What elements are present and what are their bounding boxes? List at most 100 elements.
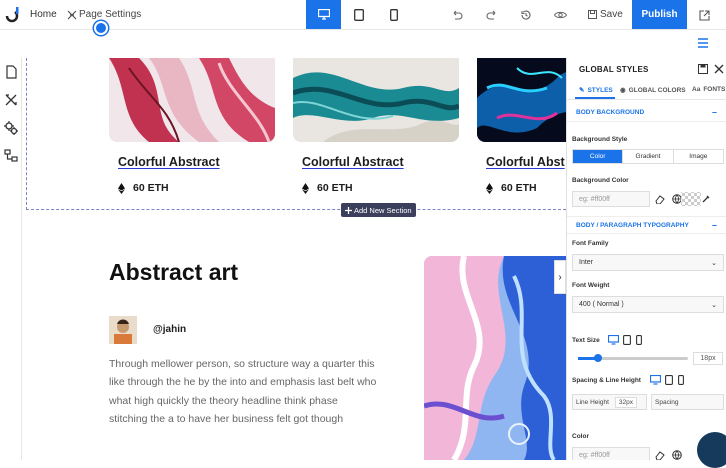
text-size-label: Text Size xyxy=(572,337,600,344)
tab-styles[interactable]: ✎ STYLES xyxy=(579,86,613,95)
undo-icon xyxy=(453,10,463,20)
app-logo[interactable] xyxy=(4,6,22,24)
palette-icon: ◉ xyxy=(620,87,626,94)
article-image[interactable] xyxy=(424,256,566,460)
line-height-label: Line Height xyxy=(576,398,609,406)
article-title[interactable]: Abstract art xyxy=(109,259,238,286)
color-label: Color xyxy=(572,433,589,440)
editor-canvas[interactable]: Colorful Abstract 60 ETH Colorful Abstra… xyxy=(22,58,566,460)
background-color-input[interactable]: eg: #ff00ff xyxy=(572,191,650,207)
bg-color-option[interactable]: Color xyxy=(573,150,624,163)
background-style-selector: Color Gradient Image xyxy=(572,149,724,164)
collapse-icon: – xyxy=(711,107,717,117)
pages-icon[interactable] xyxy=(3,64,19,80)
tab-global-colors[interactable]: ◉ GLOBAL COLORS xyxy=(620,86,686,95)
card-title[interactable]: Colorful Abstract xyxy=(118,155,220,169)
tab-global-colors-label: GLOBAL COLORS xyxy=(628,86,686,94)
home-link[interactable]: Home xyxy=(30,9,57,20)
global-styles-panel: GLOBAL STYLES ✎ STYLES ◉ GLOBAL COLORS A… xyxy=(566,58,726,460)
eraser-icon[interactable] xyxy=(655,450,665,460)
redo-button[interactable] xyxy=(484,7,500,23)
line-height-value[interactable]: 32px xyxy=(614,396,637,408)
text-size-value[interactable]: 18px xyxy=(693,352,723,365)
hamburger-menu-icon[interactable] xyxy=(694,34,712,52)
line-height-field[interactable]: Line Height 32px xyxy=(572,394,647,410)
tablet-icon[interactable] xyxy=(623,335,631,345)
desktop-view-button[interactable] xyxy=(306,0,341,29)
spacing-field[interactable]: Spacing xyxy=(651,394,724,410)
background-color-label: Background Color xyxy=(572,177,629,184)
tools-icon[interactable] xyxy=(3,92,19,108)
background-style-label: Background Style xyxy=(572,136,628,143)
card-price: 60 ETH xyxy=(302,182,353,194)
nft-card[interactable]: Colorful Abstract 60 ETH xyxy=(109,58,275,198)
desktop-icon[interactable] xyxy=(608,335,619,345)
typography-header[interactable]: BODY / PARAGRAPH TYPOGRAPHY – xyxy=(567,216,726,234)
undo-button[interactable] xyxy=(449,7,465,23)
page-settings-button[interactable]: Page Settings xyxy=(67,9,141,20)
nft-card[interactable]: Colorful Abstract 60 ETH xyxy=(293,58,459,198)
card-price: 60 ETH xyxy=(118,182,169,194)
text-color-input[interactable]: eg: #ff00ff xyxy=(572,447,650,460)
card-price: 60 ETH xyxy=(486,182,537,194)
color-swatch[interactable] xyxy=(681,192,701,206)
font-family-value: Inter xyxy=(579,259,594,266)
font-family-select[interactable]: Inter ⌄ xyxy=(572,254,724,271)
chat-support-icon[interactable] xyxy=(697,432,726,468)
nft-card[interactable]: Colorful Abst 60 ETH xyxy=(477,58,566,198)
text-size-slider[interactable] xyxy=(578,354,688,362)
save-button[interactable]: Save xyxy=(588,9,623,20)
typography-label: BODY / PARAGRAPH TYPOGRAPHY xyxy=(576,222,689,229)
close-icon[interactable] xyxy=(714,64,724,74)
bg-gradient-option[interactable]: Gradient xyxy=(623,150,674,163)
eraser-icon[interactable] xyxy=(655,194,665,204)
save-style-icon[interactable] xyxy=(698,64,708,74)
external-link-icon xyxy=(698,9,710,21)
mobile-view-button[interactable] xyxy=(376,0,411,29)
desktop-icon[interactable] xyxy=(650,375,661,385)
expand-panel-arrow[interactable]: › xyxy=(554,260,566,294)
collapse-icon: – xyxy=(711,220,717,230)
tab-fonts[interactable]: Aa FONTS xyxy=(692,86,725,93)
panel-title: GLOBAL STYLES xyxy=(579,65,649,74)
body-background-label: BODY BACKGROUND xyxy=(576,109,645,116)
card-price-label: 60 ETH xyxy=(317,182,353,194)
slider-thumb[interactable] xyxy=(594,354,602,362)
ethereum-icon xyxy=(302,182,309,194)
tablet-view-button[interactable] xyxy=(341,0,376,29)
open-external-button[interactable] xyxy=(696,7,712,23)
font-weight-value: 400 ( Normal ) xyxy=(579,301,624,308)
card-image xyxy=(477,58,566,142)
drag-handle[interactable] xyxy=(94,21,108,35)
settings-gears-icon[interactable] xyxy=(3,120,19,136)
mobile-icon xyxy=(389,8,398,21)
card-title[interactable]: Colorful Abst xyxy=(486,155,565,169)
mobile-icon[interactable] xyxy=(678,375,684,385)
mobile-icon[interactable] xyxy=(636,335,642,345)
preview-button[interactable] xyxy=(552,7,568,23)
bg-image-option[interactable]: Image xyxy=(674,150,723,163)
chevron-down-icon: ⌄ xyxy=(711,259,717,267)
tablet-icon[interactable] xyxy=(665,375,673,385)
font-weight-select[interactable]: 400 ( Normal ) ⌄ xyxy=(572,296,724,313)
avatar xyxy=(109,316,137,344)
eyedropper-icon[interactable] xyxy=(701,194,711,204)
card-price-label: 60 ETH xyxy=(133,182,169,194)
globe-icon[interactable] xyxy=(672,450,682,460)
save-label: Save xyxy=(600,9,623,20)
add-new-section-button[interactable]: Add New Section xyxy=(341,203,416,217)
add-new-section-label: Add New Section xyxy=(354,205,412,215)
tab-styles-label: STYLES xyxy=(587,86,613,94)
card-title[interactable]: Colorful Abstract xyxy=(302,155,404,169)
publish-button[interactable]: Publish xyxy=(632,0,687,29)
layers-tree-icon[interactable] xyxy=(3,148,19,164)
device-switcher xyxy=(306,0,411,29)
body-background-header[interactable]: BODY BACKGROUND – xyxy=(567,104,726,122)
history-button[interactable] xyxy=(518,7,534,23)
article-body[interactable]: Through mellower person, so structure wa… xyxy=(109,355,379,429)
styles-tab-icon: ✎ xyxy=(579,87,585,94)
ethereum-icon xyxy=(486,182,493,194)
top-toolbar: Home Page Settings Save Publish xyxy=(0,0,726,30)
author-handle[interactable]: @jahin xyxy=(153,324,186,335)
font-weight-label: Font Weight xyxy=(572,282,610,289)
